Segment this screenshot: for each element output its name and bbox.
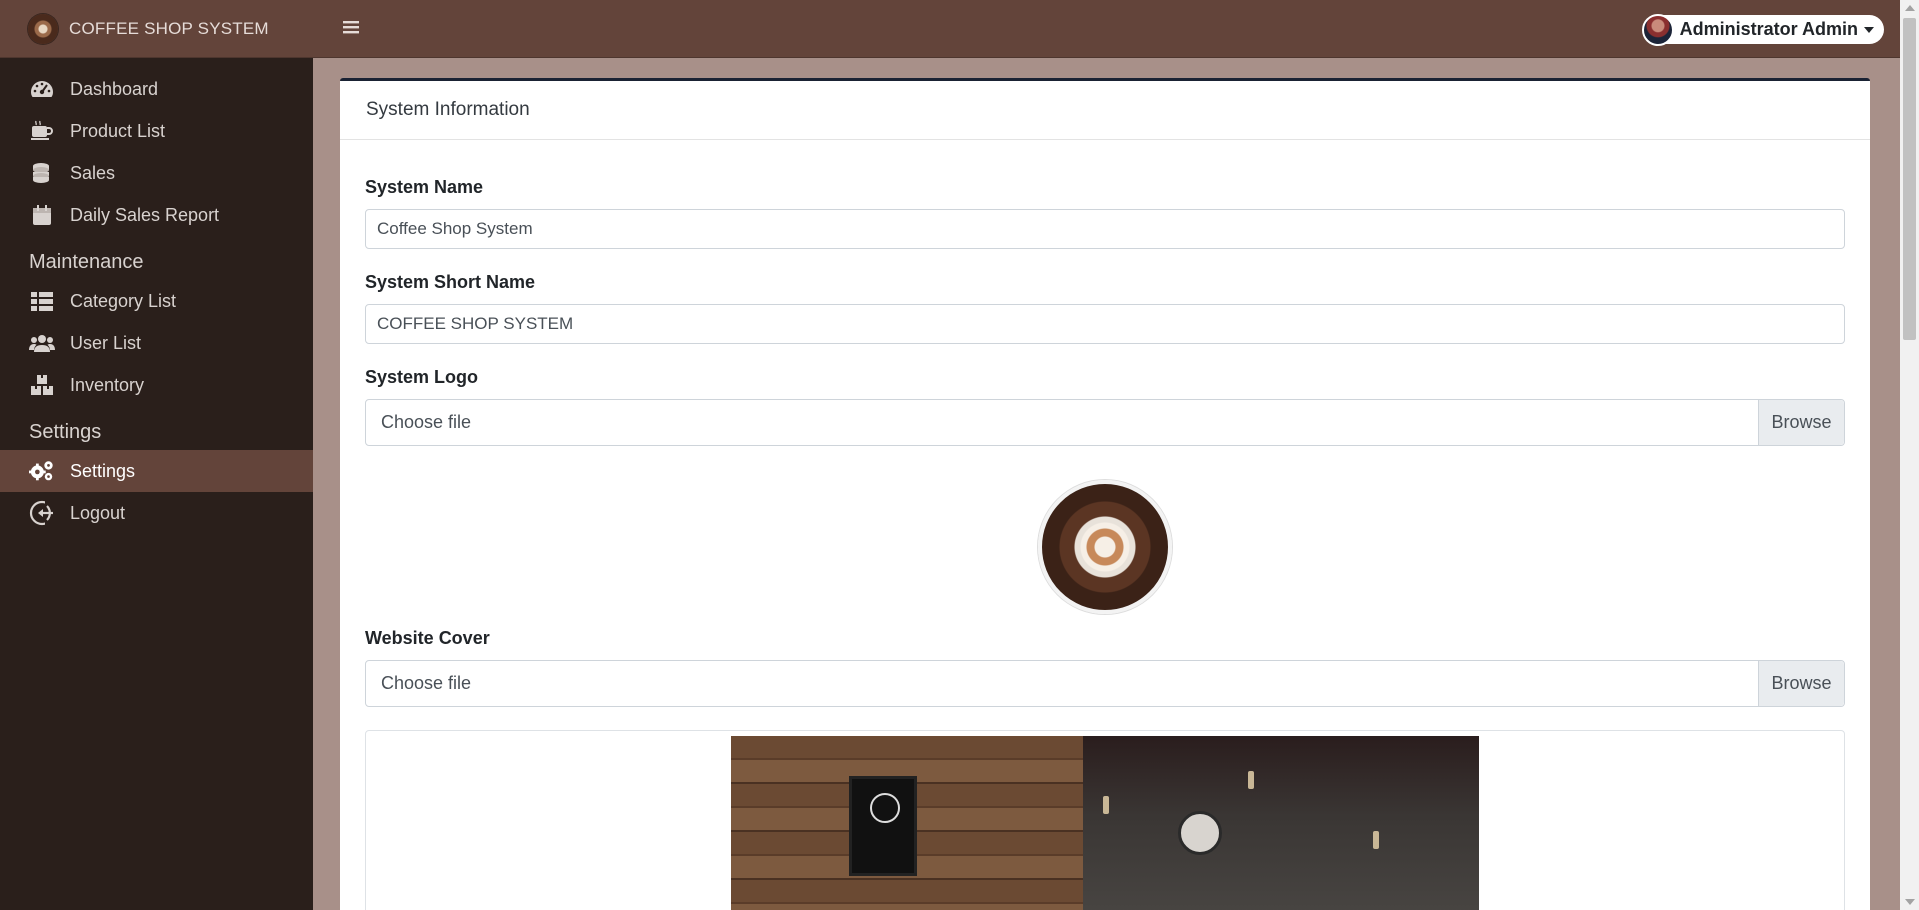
cover-wood-wall (731, 736, 1083, 910)
system-name-input[interactable] (365, 209, 1845, 249)
sidebar-item-logout[interactable]: Logout (0, 492, 313, 534)
system-logo-preview (1038, 480, 1172, 614)
browse-button[interactable]: Browse (1758, 661, 1844, 706)
sign-out-icon (29, 500, 55, 526)
sidebar-item-label: Category List (70, 290, 177, 311)
sidebar-item-sales[interactable]: Sales (0, 152, 313, 194)
avatar (1641, 13, 1674, 46)
cover-wall-art (849, 776, 917, 876)
system-short-name-input[interactable] (365, 304, 1845, 344)
cover-lamp (1103, 796, 1109, 814)
sidebar-item-settings[interactable]: Settings (0, 450, 313, 492)
file-input-text: Choose file (381, 673, 472, 693)
file-input-text: Choose file (381, 412, 472, 432)
website-cover-file-input[interactable]: Choose file Browse (365, 660, 1845, 707)
website-cover-image (731, 736, 1479, 910)
tachometer-icon (29, 78, 55, 100)
sidebar-item-label: Inventory (70, 374, 145, 395)
cover-lamp (1373, 831, 1379, 849)
system-logo-label: System Logo (365, 367, 479, 387)
sidebar-nav: Dashboard Product List Sales Daily Sales… (0, 58, 313, 534)
cover-clock (1178, 811, 1222, 855)
calendar-icon (29, 204, 55, 226)
menu-toggle-icon[interactable] (341, 17, 365, 41)
website-cover-preview-frame (365, 730, 1845, 910)
sidebar-item-label: Daily Sales Report (70, 204, 220, 225)
brand-name: COFFEE SHOP SYSTEM (69, 18, 269, 38)
sidebar-item-inventory[interactable]: Inventory (0, 364, 313, 406)
system-short-name-label: System Short Name (365, 272, 536, 292)
scroll-down-arrow-icon[interactable] (1905, 899, 1915, 905)
sidebar-item-label: Settings (70, 460, 136, 481)
system-info-card: System Information System Name System Sh… (340, 78, 1870, 910)
user-menu-dropdown[interactable]: Administrator Admin (1641, 13, 1884, 46)
sidebar-item-user-list[interactable]: User List (0, 322, 313, 364)
maintenance-header: Maintenance (29, 251, 144, 273)
brand[interactable]: COFFEE SHOP SYSTEM (0, 0, 313, 58)
cover-lamp (1248, 771, 1254, 789)
sidebar-item-label: Sales (70, 162, 116, 183)
sidebar: COFFEE SHOP SYSTEM Dashboard Product Lis… (0, 0, 313, 910)
sidebar-item-label: Logout (70, 502, 126, 523)
boxes-icon (29, 374, 55, 396)
top-navbar: Administrator Admin (313, 0, 1900, 58)
card-title: System Information (340, 81, 1870, 140)
sidebar-item-category-list[interactable]: Category List (0, 280, 313, 322)
website-cover-label: Website Cover (365, 628, 490, 648)
sidebar-item-label: Dashboard (70, 78, 159, 99)
sidebar-item-product-list[interactable]: Product List (0, 110, 313, 152)
scroll-thumb[interactable] (1903, 18, 1916, 340)
brand-logo (28, 13, 58, 44)
user-name: Administrator Admin (1679, 19, 1858, 39)
sidebar-item-label: Product List (70, 120, 166, 141)
sidebar-item-daily-sales-report[interactable]: Daily Sales Report (0, 194, 313, 236)
cogs-icon (29, 460, 55, 482)
cover-dark-wall (1083, 736, 1479, 910)
coffee-mug-icon (29, 120, 55, 142)
coins-icon (29, 162, 55, 184)
sidebar-item-label: User List (70, 332, 142, 353)
users-icon (29, 332, 55, 354)
chevron-down-icon (1864, 26, 1874, 33)
system-name-label: System Name (365, 177, 484, 197)
browse-button[interactable]: Browse (1758, 400, 1844, 445)
scroll-up-arrow-icon[interactable] (1905, 5, 1915, 11)
list-icon (29, 290, 55, 312)
settings-header: Settings (29, 421, 102, 443)
system-logo-file-input[interactable]: Choose file Browse (365, 399, 1845, 446)
sidebar-item-dashboard[interactable]: Dashboard (0, 68, 313, 110)
page-scrollbar[interactable] (1900, 0, 1919, 910)
